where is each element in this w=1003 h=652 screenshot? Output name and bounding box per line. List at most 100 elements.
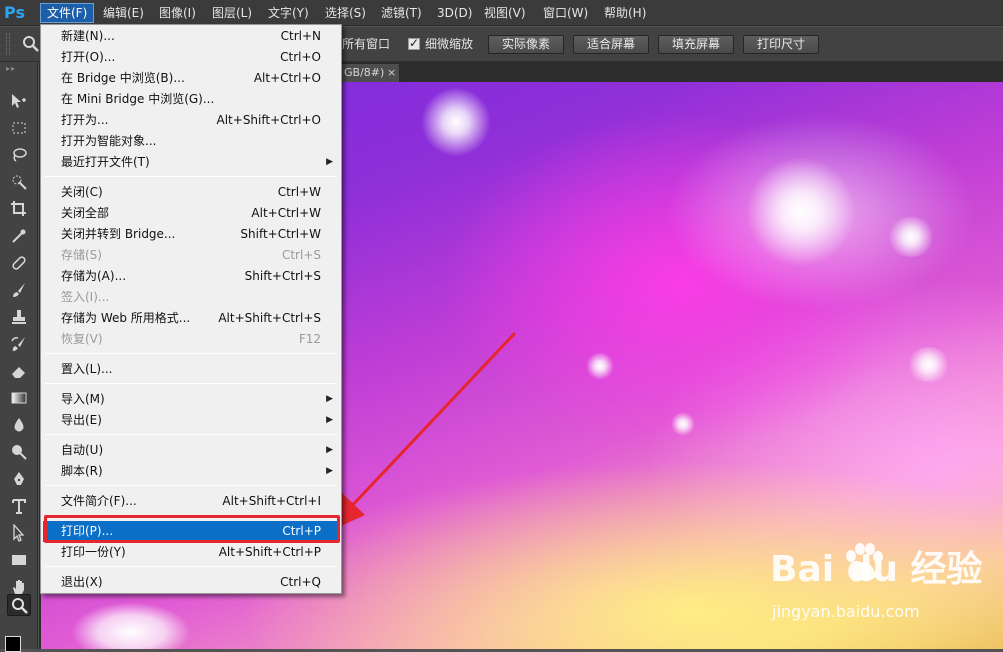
menu-item-close[interactable]: 关闭(C) Ctrl+W (43, 182, 339, 203)
menu-item-open[interactable]: 打开(O)... Ctrl+O (43, 47, 339, 68)
menu-item-label: 关闭并转到 Bridge... (61, 227, 176, 241)
menu-item-label: 脚本(R) (61, 464, 103, 478)
lasso-tool-icon[interactable] (7, 144, 31, 166)
fill-screen-button[interactable]: 填充屏幕 (658, 35, 734, 54)
rectangle-tool-icon[interactable] (7, 549, 31, 571)
menu-item-browse-bridge[interactable]: 在 Bridge 中浏览(B)... Alt+Ctrl+O (43, 68, 339, 89)
healing-brush-tool-icon[interactable] (7, 252, 31, 274)
menu-item-open-recent[interactable]: 最近打开文件(T) ▶ (43, 152, 339, 173)
menu-item-label: 打开(O)... (61, 50, 116, 64)
menu-item-exit[interactable]: 退出(X) Ctrl+Q (43, 572, 339, 593)
dodge-tool-icon[interactable] (7, 441, 31, 463)
menu-item-place[interactable]: 置入(L)... (43, 359, 339, 380)
foreground-color-swatch[interactable] (5, 636, 21, 652)
menu-item-new[interactable]: 新建(N)... Ctrl+N (43, 26, 339, 47)
menu-type[interactable]: 文字(Y) (262, 3, 315, 23)
submenu-arrow-icon: ▶ (326, 445, 333, 455)
tools-panel-grip[interactable]: ▸▸ (6, 64, 32, 73)
menu-item-save[interactable]: 存储(S) Ctrl+S (43, 245, 339, 266)
menu-item-shortcut: Alt+Shift+Ctrl+I (222, 494, 321, 508)
menu-layer[interactable]: 图层(L) (206, 3, 258, 23)
menu-item-label: 打开为... (61, 113, 109, 127)
tools-panel: ▸▸ (0, 62, 38, 652)
menu-item-open-as-smart-object[interactable]: 打开为智能对象... (43, 131, 339, 152)
history-brush-tool-icon[interactable] (7, 333, 31, 355)
menu-item-check-in[interactable]: 签入(I)... (43, 287, 339, 308)
clone-stamp-tool-icon[interactable] (7, 306, 31, 328)
scrubby-zoom-checkbox[interactable]: ✓ 细微缩放 (408, 36, 473, 52)
move-tool-icon[interactable] (7, 90, 31, 112)
menu-select[interactable]: 选择(S) (319, 3, 372, 23)
marquee-tool-icon[interactable] (7, 117, 31, 139)
menu-item-browse-mini-bridge[interactable]: 在 Mini Bridge 中浏览(G)... (43, 89, 339, 110)
menu-item-file-info[interactable]: 文件简介(F)... Alt+Shift+Ctrl+I (43, 491, 339, 512)
menu-item-import[interactable]: 导入(M) ▶ (43, 389, 339, 410)
scrubby-zoom-label: 细微缩放 (425, 37, 474, 51)
menu-file[interactable]: 文件(F) (40, 3, 95, 23)
menu-image[interactable]: 图像(I) (153, 3, 202, 23)
pen-tool-icon[interactable] (7, 468, 31, 490)
menu-separator (45, 383, 337, 384)
eraser-tool-icon[interactable] (7, 360, 31, 382)
document-tab-label: GB/8#) (344, 66, 385, 79)
menu-item-automate[interactable]: 自动(U) ▶ (43, 440, 339, 461)
menu-item-label: 打开为智能对象... (61, 134, 157, 148)
menu-window[interactable]: 窗口(W) (537, 3, 594, 23)
menu-item-shortcut: Alt+Shift+Ctrl+S (218, 311, 321, 325)
menu-item-save-for-web[interactable]: 存储为 Web 所用格式... Alt+Shift+Ctrl+S (43, 308, 339, 329)
path-selection-tool-icon[interactable] (7, 522, 31, 544)
menu-item-label: 退出(X) (61, 575, 103, 589)
menu-item-label: 新建(N)... (61, 29, 115, 43)
baidu-watermark: Bai du 经验 jingyan.baidu.com (770, 540, 990, 630)
menu-item-shortcut: Ctrl+S (281, 248, 321, 262)
menu-item-shortcut: Ctrl+Q (280, 575, 321, 589)
menu-item-label: 最近打开文件(T) (61, 155, 150, 169)
annotation-arrow (332, 331, 517, 530)
light-flare (746, 157, 856, 267)
menu-3d[interactable]: 3D(D) (431, 3, 478, 23)
menu-item-close-all[interactable]: 关闭全部 Alt+Ctrl+W (43, 203, 339, 224)
brush-tool-icon[interactable] (7, 279, 31, 301)
menu-item-revert[interactable]: 恢复(V) F12 (43, 329, 339, 350)
menu-bar: Ps 文件(F) 编辑(E) 图像(I) 图层(L) 文字(Y) 选择(S) 滤… (0, 0, 1003, 26)
menu-item-save-as[interactable]: 存储为(A)... Shift+Ctrl+S (43, 266, 339, 287)
menu-item-export[interactable]: 导出(E) ▶ (43, 410, 339, 431)
photoshop-logo: Ps (4, 3, 25, 22)
fit-screen-button[interactable]: 适合屏幕 (573, 35, 649, 54)
menu-item-label: 导出(E) (61, 413, 102, 427)
eyedropper-tool-icon[interactable] (7, 225, 31, 247)
menu-item-scripts[interactable]: 脚本(R) ▶ (43, 461, 339, 482)
menu-item-label: 打印一份(Y) (61, 545, 126, 559)
quick-selection-tool-icon[interactable] (7, 171, 31, 193)
menu-item-print-one-copy[interactable]: 打印一份(Y) Alt+Shift+Ctrl+P (43, 542, 339, 563)
blur-tool-icon[interactable] (7, 414, 31, 436)
menu-edit[interactable]: 编辑(E) (97, 3, 150, 23)
submenu-arrow-icon: ▶ (326, 415, 333, 425)
menu-item-shortcut: F12 (298, 332, 321, 346)
options-grip[interactable] (6, 33, 10, 55)
menu-item-label: 在 Mini Bridge 中浏览(G)... (61, 92, 215, 106)
menu-item-label: 导入(M) (61, 392, 105, 406)
close-icon[interactable]: × (387, 66, 396, 79)
menu-item-open-as[interactable]: 打开为... Alt+Shift+Ctrl+O (43, 110, 339, 131)
print-size-button[interactable]: 打印尺寸 (743, 35, 819, 54)
type-tool-icon[interactable] (7, 495, 31, 517)
light-flare (886, 217, 936, 257)
menu-view[interactable]: 视图(V) (478, 3, 532, 23)
menu-item-label: 文件简介(F)... (61, 494, 137, 508)
gradient-tool-icon[interactable] (7, 387, 31, 409)
annotation-highlight-box (44, 515, 340, 543)
menu-item-close-go-bridge[interactable]: 关闭并转到 Bridge... Shift+Ctrl+W (43, 224, 339, 245)
watermark-url: jingyan.baidu.com (772, 602, 920, 621)
actual-pixels-button[interactable]: 实际像素 (488, 35, 564, 54)
menu-separator (45, 566, 337, 567)
menu-item-shortcut: Alt+Ctrl+O (253, 71, 321, 85)
menu-filter[interactable]: 滤镜(T) (375, 3, 428, 23)
zoom-tool-button-icon[interactable] (7, 594, 31, 616)
menu-help[interactable]: 帮助(H) (598, 3, 652, 23)
crop-tool-icon[interactable] (7, 198, 31, 220)
light-flare (586, 352, 614, 380)
light-flare (671, 412, 695, 436)
zoom-tool-icon (22, 35, 40, 53)
menu-item-label: 自动(U) (61, 443, 104, 457)
